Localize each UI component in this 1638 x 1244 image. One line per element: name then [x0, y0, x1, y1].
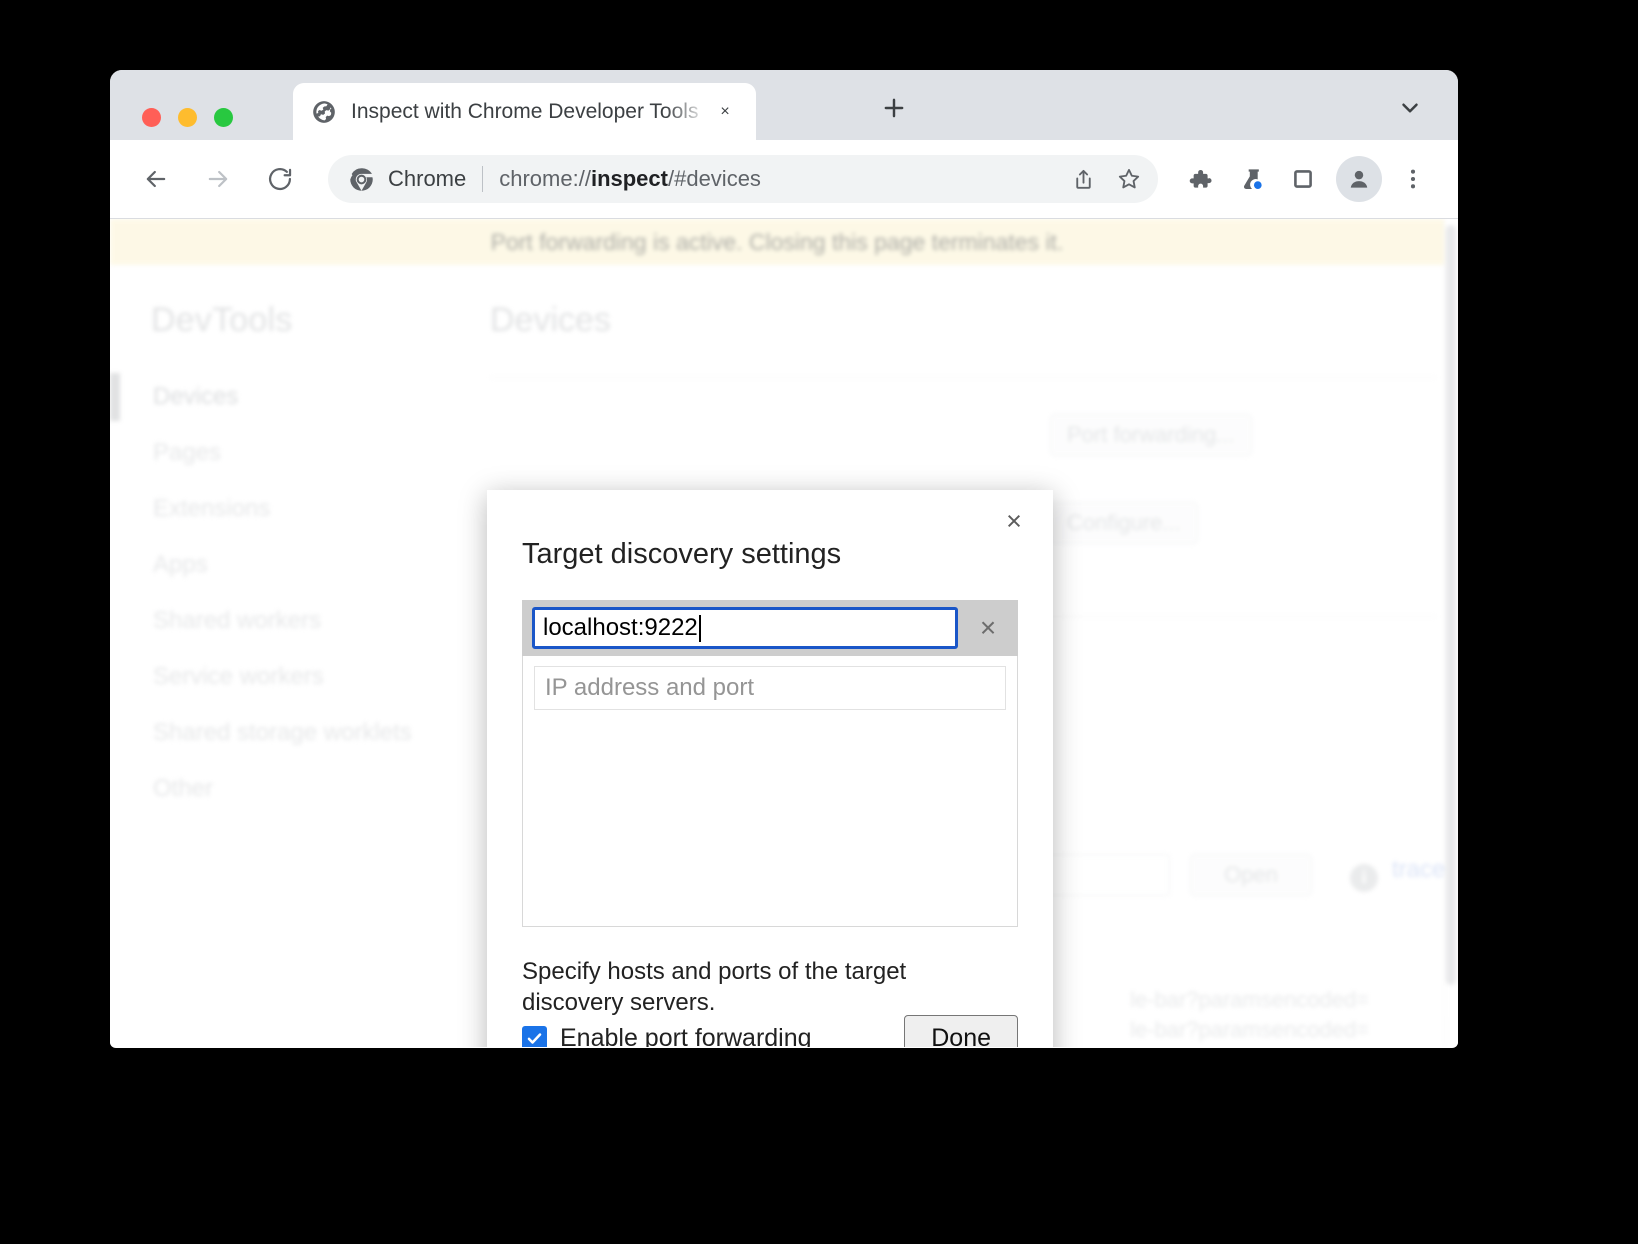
dialog-footer: Enable port forwarding Done	[522, 1014, 1018, 1047]
omnibox-url-prefix: chrome://	[499, 166, 591, 191]
browser-toolbar: Chrome chrome://inspect/#devices	[110, 140, 1458, 219]
open-button[interactable]: Open	[1190, 854, 1312, 896]
sidebar: Devices Pages Extensions Apps Shared wor…	[110, 369, 440, 817]
info-icon: i	[1350, 864, 1378, 892]
text-caret	[698, 614, 701, 642]
port-forwarding-button[interactable]: Port forwarding...	[1050, 414, 1252, 456]
target-address-input[interactable]: localhost:9222	[532, 607, 958, 649]
forward-button[interactable]	[194, 155, 242, 203]
close-icon[interactable]: ×	[997, 504, 1031, 538]
sidebar-item-devices[interactable]: Devices	[110, 369, 440, 425]
window-maximize-button[interactable]	[214, 108, 233, 127]
sidebar-item-extensions[interactable]: Extensions	[110, 481, 440, 537]
three-dot-menu-icon[interactable]	[1390, 156, 1436, 202]
new-tab-button[interactable]	[872, 86, 916, 130]
sidebar-item-other[interactable]: Other	[110, 761, 440, 817]
share-icon[interactable]	[1060, 156, 1106, 202]
window-traffic-lights	[142, 108, 233, 127]
divider	[490, 377, 1436, 378]
target-url-text: le-bar?paramsencoded=	[1130, 1017, 1370, 1042]
omnibox-url-text: chrome://inspect/#devices	[499, 166, 1060, 192]
new-target-placeholder: IP address and port	[545, 674, 755, 701]
sidebar-item-service-workers[interactable]: Service workers	[110, 649, 440, 705]
sidebar-item-label: Service workers	[153, 663, 324, 690]
target-address-value: localhost:9222	[543, 614, 698, 641]
dialog-title: Target discovery settings	[522, 538, 842, 570]
bookmark-star-icon[interactable]	[1106, 156, 1152, 202]
browser-tab[interactable]: Inspect with Chrome Developer Tools ×	[293, 83, 756, 140]
experiments-flask-icon[interactable]	[1228, 156, 1274, 202]
scrollbar-thumb[interactable]	[1446, 225, 1456, 985]
port-forwarding-notice: Port forwarding is active. Closing this …	[110, 219, 1444, 265]
sidebar-item-apps[interactable]: Apps	[110, 537, 440, 593]
omnibox-scheme-label: Chrome	[388, 166, 467, 191]
target-list-row[interactable]: localhost:9222 ×	[522, 600, 1018, 656]
browser-tab-title: Inspect with Chrome Developer Tools	[351, 99, 699, 123]
extensions-puzzle-icon[interactable]	[1176, 156, 1222, 202]
trace-link[interactable]: trace	[1392, 856, 1445, 884]
devices-section-heading: Devices	[490, 301, 611, 339]
omnibox-url-host: inspect	[590, 166, 668, 191]
sidebar-item-label: Apps	[153, 551, 208, 578]
target-list: localhost:9222 × IP address and port	[522, 600, 1018, 927]
done-button[interactable]: Done	[904, 1014, 1018, 1047]
sidebar-item-shared-storage-worklets[interactable]: Shared storage worklets	[110, 705, 440, 761]
enable-port-forwarding-label: Enable port forwarding	[560, 1023, 812, 1047]
window-close-button[interactable]	[142, 108, 161, 127]
dialog-help-text: Specify hosts and ports of the target di…	[522, 958, 907, 1016]
target-url-text: le-bar?paramsencoded=	[1130, 987, 1370, 1012]
enable-port-forwarding-checkbox-row[interactable]: Enable port forwarding	[522, 1024, 812, 1047]
browser-window: Inspect with Chrome Developer Tools × Ch…	[110, 70, 1458, 1048]
sidebar-item-label: Devices	[153, 383, 239, 410]
window-minimize-button[interactable]	[178, 108, 197, 127]
checkbox-checked-icon[interactable]	[522, 1025, 547, 1047]
tab-strip: Inspect with Chrome Developer Tools ×	[110, 70, 1458, 140]
side-panel-icon[interactable]	[1280, 156, 1326, 202]
sidebar-item-label: Extensions	[153, 495, 271, 522]
back-button[interactable]	[132, 155, 180, 203]
profile-avatar-icon[interactable]	[1336, 156, 1382, 202]
sidebar-item-shared-workers[interactable]: Shared workers	[110, 593, 440, 649]
page-viewport: Port forwarding is active. Closing this …	[110, 219, 1458, 1047]
sidebar-item-pages[interactable]: Pages	[110, 425, 440, 481]
omnibox-divider	[482, 166, 484, 192]
close-icon[interactable]: ×	[708, 95, 742, 129]
omnibox-url-suffix: /#devices	[667, 166, 761, 191]
sidebar-item-label: Other	[153, 775, 214, 802]
sidebar-item-label: Shared storage worklets	[153, 719, 412, 746]
page-scrollbar[interactable]	[1444, 219, 1458, 1047]
page-title: DevTools	[151, 301, 293, 339]
sidebar-item-label: Pages	[153, 439, 222, 466]
target-discovery-settings-dialog: × Target discovery settings localhost:92…	[487, 490, 1053, 1047]
address-bar[interactable]: Chrome chrome://inspect/#devices	[328, 155, 1158, 203]
chevron-down-icon[interactable]	[1390, 88, 1430, 128]
sidebar-item-label: Shared workers	[153, 607, 322, 634]
remove-target-icon[interactable]: ×	[958, 600, 1018, 656]
chrome-logo-icon	[348, 166, 375, 193]
new-target-input[interactable]: IP address and port	[534, 666, 1006, 710]
globe-favicon-icon	[311, 99, 337, 125]
configure-button[interactable]: Configure...	[1050, 502, 1198, 544]
reload-button[interactable]	[256, 155, 304, 203]
